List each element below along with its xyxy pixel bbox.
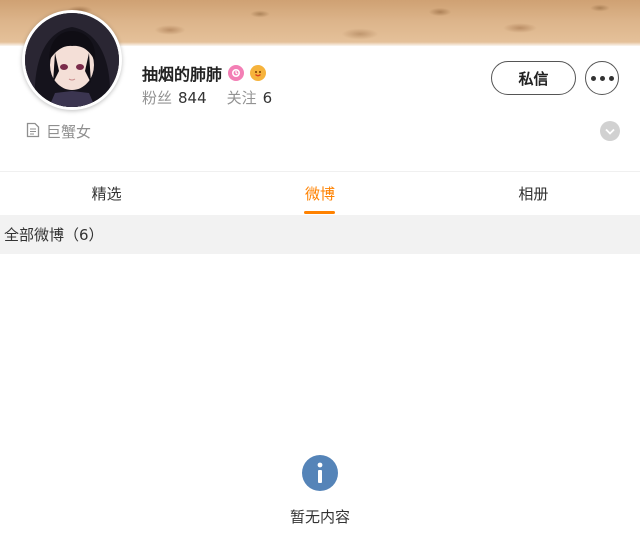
bio-text: 巨蟹女	[46, 123, 92, 141]
expand-profile-button[interactable]	[600, 121, 620, 141]
tab-album[interactable]: 相册	[427, 172, 640, 215]
tab-label: 相册	[518, 185, 549, 203]
followers-label: 粉丝	[142, 89, 173, 107]
emoji-face-icon[interactable]	[250, 65, 267, 81]
more-options-button[interactable]	[585, 61, 619, 95]
all-weibo-header[interactable]: 全部微博（6）	[0, 215, 640, 254]
section-title: 全部微博（6）	[4, 226, 104, 244]
followers-stat[interactable]: 粉丝 844	[142, 87, 207, 108]
profile-tabs: 精选 微博 相册	[0, 171, 640, 215]
empty-state-text: 暂无内容	[289, 508, 350, 526]
message-button[interactable]: 私信	[491, 61, 576, 95]
tab-featured[interactable]: 精选	[0, 172, 213, 215]
pink-badge-icon[interactable]	[228, 65, 245, 81]
followers-count: 844	[178, 89, 207, 107]
following-count: 6	[262, 89, 273, 107]
chevron-down-icon	[605, 128, 615, 135]
avatar[interactable]	[22, 10, 122, 110]
avatar-image	[25, 13, 119, 107]
tab-label: 微博	[304, 185, 335, 203]
profile-stats: 粉丝 844 关注 6	[142, 87, 272, 108]
profile-name-row: 抽烟的肺肺	[142, 61, 267, 85]
document-icon	[26, 122, 40, 142]
profile-name: 抽烟的肺肺	[142, 65, 223, 84]
tab-weibo[interactable]: 微博	[213, 172, 426, 215]
active-tab-indicator	[304, 211, 336, 214]
following-stat[interactable]: 关注 6	[227, 87, 273, 108]
tab-label: 精选	[91, 185, 122, 203]
info-icon	[302, 455, 338, 491]
following-label: 关注	[226, 89, 257, 107]
more-dots-icon	[589, 75, 616, 81]
bio-row: 巨蟹女	[26, 121, 91, 142]
